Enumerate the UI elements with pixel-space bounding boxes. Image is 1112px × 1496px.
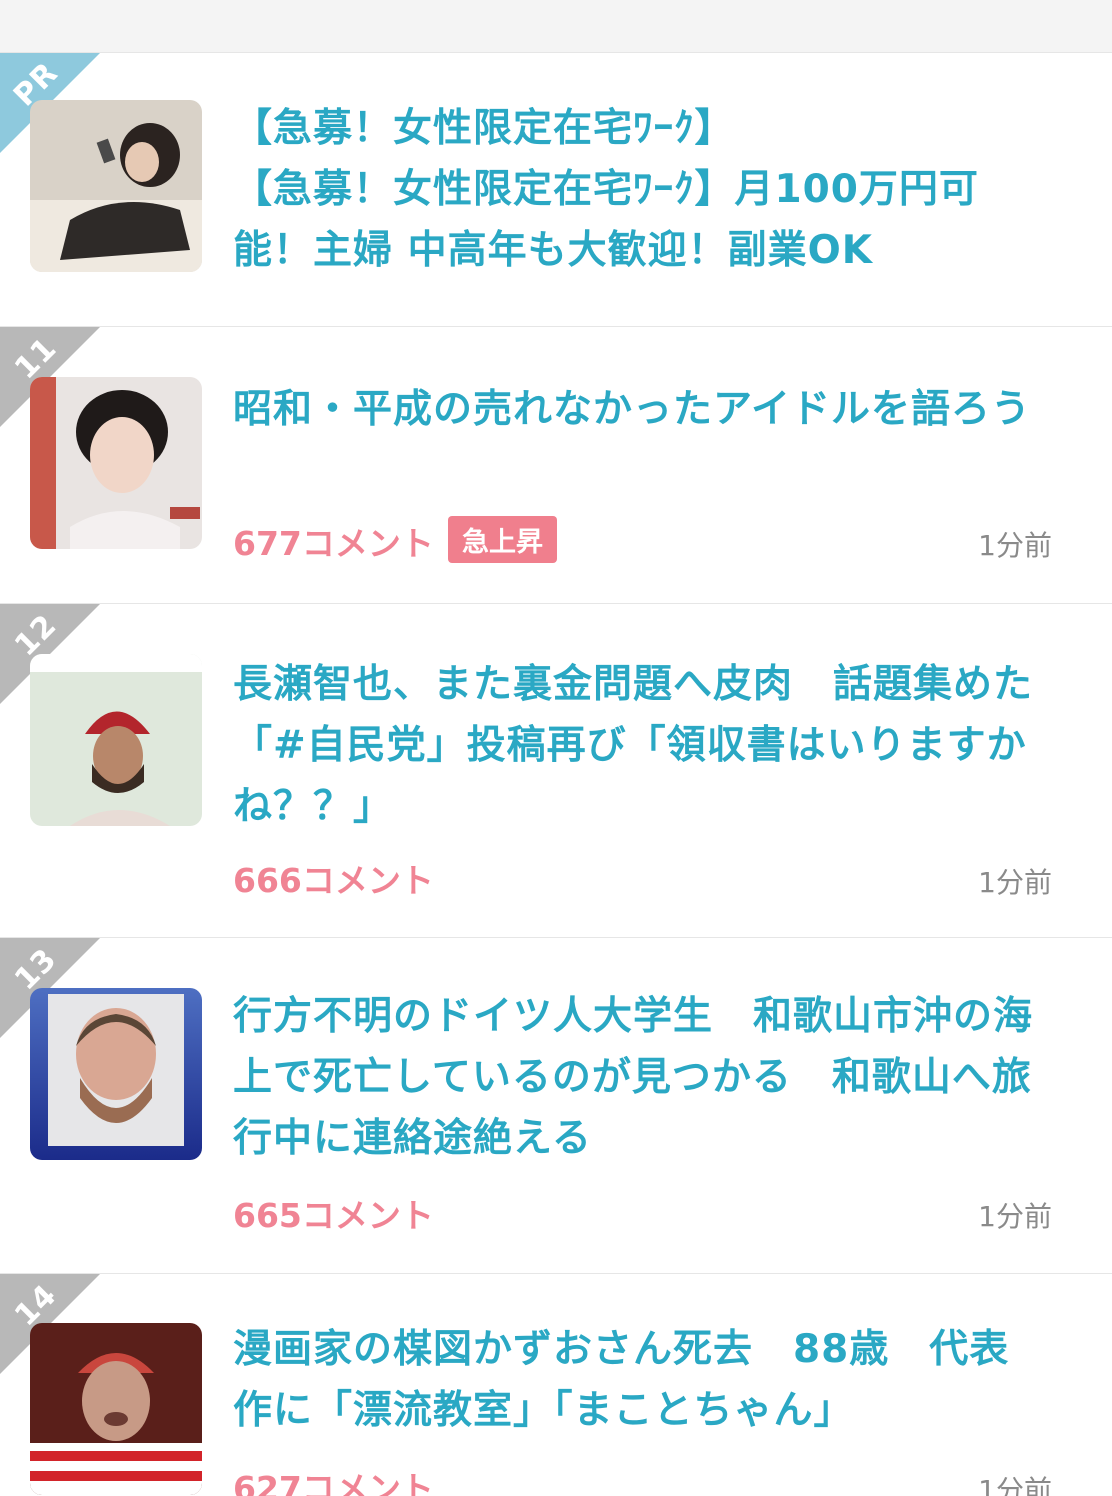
timestamp: 1分前	[978, 1200, 1052, 1233]
topic-title[interactable]: 昭和・平成の売れなかったアイドルを語ろう	[233, 379, 1043, 440]
trending-badge: 急上昇	[448, 516, 557, 563]
timestamp: 1分前	[978, 529, 1052, 562]
list-item-pr[interactable]: PR 【急募！女性限定在宅ﾜｰｸ】 【急募！女性限定在宅ﾜｰｸ】月100万円可能…	[0, 52, 1112, 326]
list-item[interactable]: 12 長瀬智也、また裏金問題へ皮肉 話題集めた「#自民党」投稿再び「領収書はいり…	[0, 603, 1112, 937]
timestamp: 1分前	[978, 866, 1052, 899]
comment-count: 666コメント	[233, 861, 434, 900]
thumbnail[interactable]	[30, 1323, 202, 1495]
thumbnail-image	[30, 654, 202, 826]
topic-title[interactable]: 行方不明のドイツ人大学生 和歌山市沖の海上で死亡しているのが見つかる 和歌山へ旅…	[233, 986, 1043, 1169]
comment-count: 665コメント	[233, 1196, 434, 1235]
thumbnail[interactable]	[30, 988, 202, 1160]
list-item[interactable]: 11 昭和・平成の売れなかったアイドルを語ろう 677コメント 急上昇 1分前	[0, 326, 1112, 603]
thumbnail[interactable]	[30, 654, 202, 826]
topic-title[interactable]: 【急募！女性限定在宅ﾜｰｸ】 【急募！女性限定在宅ﾜｰｸ】月100万円可能！主婦…	[233, 98, 1043, 281]
thumbnail-image	[30, 988, 202, 1160]
thumbnail-image	[30, 1323, 202, 1495]
comment-count: 677コメント	[233, 524, 434, 563]
topic-title[interactable]: 長瀬智也、また裏金問題へ皮肉 話題集めた「#自民党」投稿再び「領収書はいりますか…	[233, 654, 1043, 837]
topic-title[interactable]: 漫画家の楳図かずおさん死去 88歳 代表作に「漂流教室」「まことちゃん」	[233, 1319, 1043, 1441]
timestamp: 1分前	[978, 1474, 1052, 1496]
thumbnail[interactable]	[30, 377, 202, 549]
thumbnail[interactable]	[30, 100, 202, 272]
comment-count: 627コメント	[233, 1469, 434, 1496]
thumbnail-image	[30, 377, 202, 549]
list-item[interactable]: 14 漫画家の楳図かずおさん死去 88歳 代表作に「漂流教室」「まことちゃん」 …	[0, 1273, 1112, 1496]
thumbnail-image	[30, 100, 202, 272]
list-item[interactable]: 13 行方不明のドイツ人大学生 和歌山市沖の海上で死亡しているのが見つかる 和歌…	[0, 937, 1112, 1273]
